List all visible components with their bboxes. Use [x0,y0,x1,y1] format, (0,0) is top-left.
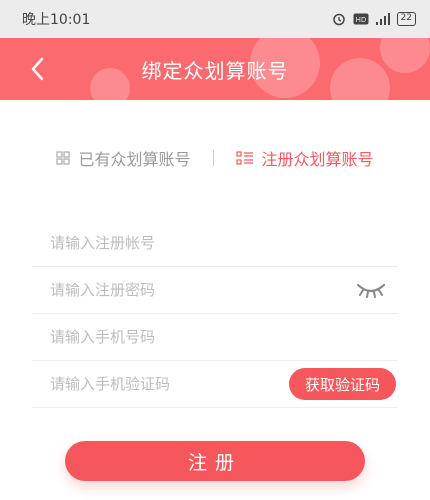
password-input[interactable] [50,281,354,299]
hd-icon: HD [353,12,369,26]
header-bokeh [330,58,390,100]
status-time: 晚上10:01 [22,12,91,28]
account-field [32,220,398,267]
status-icons: HD 22 [331,12,416,26]
svg-text:HD: HD [355,16,366,24]
tab-register-label: 注册众划算账号 [261,150,374,169]
header-bokeh [380,38,430,73]
closed-eye-icon [356,283,386,298]
tab-divider [212,150,214,166]
register-form: 获取验证码 [32,220,398,408]
tab-register-account[interactable]: 注册众划算账号 [235,146,374,170]
password-toggle-button[interactable] [354,280,388,300]
account-input[interactable] [50,234,388,252]
header-bar: 绑定众划算账号 [0,38,430,100]
battery-icon: 22 [396,12,416,26]
register-button[interactable]: 注册 [65,441,365,481]
get-code-button[interactable]: 获取验证码 [288,368,396,400]
status-bar: 晚上10:01 HD 22 [0,0,430,38]
phone-input[interactable] [50,328,388,346]
tab-existing-label: 已有众划算账号 [78,150,191,169]
grid-icon [56,151,71,165]
page-title: 绑定众划算账号 [141,58,289,83]
chevron-left-icon [31,57,44,81]
back-button[interactable] [22,53,52,85]
list-icon [235,151,253,165]
code-field: 获取验证码 [32,361,398,408]
phone-field [32,314,398,361]
account-tabs: 已有众划算账号 注册众划算账号 [0,140,430,176]
password-field [32,267,398,314]
alarm-icon [331,12,347,26]
tab-existing-account[interactable]: 已有众划算账号 [56,146,191,170]
verification-code-input[interactable] [50,375,289,393]
signal-icon [375,12,391,26]
header-bokeh [90,68,130,100]
